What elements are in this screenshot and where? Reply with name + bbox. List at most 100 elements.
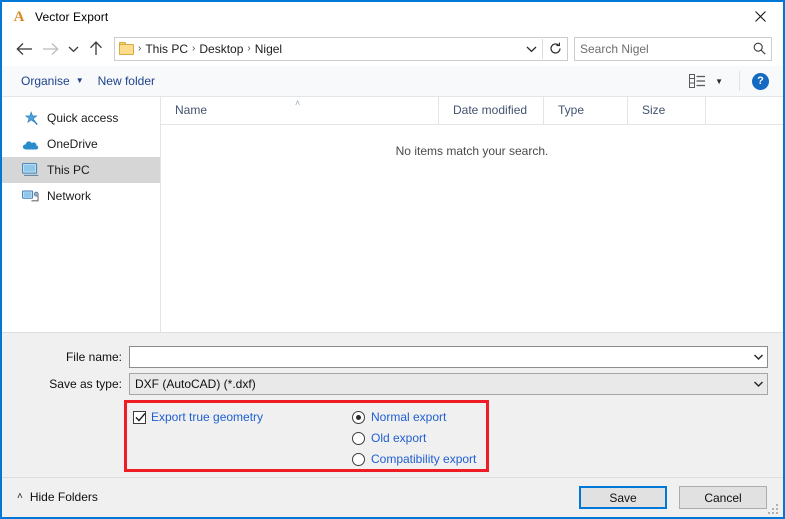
- export-true-geometry-checkbox[interactable]: Export true geometry: [133, 410, 263, 424]
- breadcrumb-item-this-pc[interactable]: This PC: [142, 42, 191, 56]
- chevron-down-icon: ▼: [76, 77, 84, 85]
- arrow-up-icon: [89, 41, 103, 56]
- network-icon: [22, 188, 39, 204]
- folder-icon: [119, 42, 135, 56]
- up-one-level-button[interactable]: [83, 36, 109, 62]
- file-name-combo[interactable]: [129, 346, 768, 368]
- content-area: Quick access OneDrive: [2, 97, 783, 332]
- change-view-button[interactable]: ▼: [685, 69, 727, 93]
- column-header-size[interactable]: Size: [628, 97, 706, 124]
- cancel-button[interactable]: Cancel: [679, 486, 767, 509]
- column-header-type[interactable]: Type: [544, 97, 628, 124]
- new-folder-button[interactable]: New folder: [91, 69, 162, 93]
- column-header-row: ˄ Name Date modified Type Size: [161, 97, 783, 125]
- sidebar-item-label: Quick access: [47, 111, 118, 125]
- radio-button-compatibility: [352, 453, 365, 466]
- address-dropdown-button[interactable]: [520, 45, 542, 53]
- breadcrumb-item-nigel[interactable]: Nigel: [252, 42, 285, 56]
- sidebar-item-quick-access[interactable]: Quick access: [2, 105, 160, 131]
- close-button[interactable]: [737, 2, 783, 31]
- vector-export-dialog: A Vector Export: [0, 0, 785, 519]
- file-list-pane: ˄ Name Date modified Type Size No items …: [161, 97, 783, 332]
- chevron-up-icon: ˄: [17, 492, 23, 502]
- column-header-label: Name: [175, 103, 207, 117]
- file-name-row: File name:: [2, 346, 779, 368]
- save-as-type-label: Save as type:: [2, 377, 129, 391]
- radio-label: Old export: [371, 431, 426, 445]
- organise-button[interactable]: Organise ▼: [14, 69, 91, 93]
- sort-ascending-icon: ˄: [295, 98, 300, 108]
- file-name-dropdown-button[interactable]: [750, 353, 767, 361]
- refresh-button[interactable]: [543, 42, 567, 55]
- cancel-button-label: Cancel: [704, 491, 741, 505]
- chevron-down-icon: [753, 353, 764, 361]
- sidebar-item-label: Network: [47, 189, 91, 203]
- save-button-label: Save: [609, 491, 636, 505]
- arrow-left-icon: [16, 42, 33, 56]
- save-button[interactable]: Save: [579, 486, 667, 509]
- address-bar[interactable]: › This PC › Desktop › Nigel: [114, 37, 568, 61]
- column-header-filler: [706, 97, 783, 124]
- empty-list-message: No items match your search.: [161, 144, 783, 158]
- save-as-type-value: DXF (AutoCAD) (*.dxf): [130, 377, 750, 391]
- dialog-footer: ˄ Hide Folders Save Cancel: [2, 477, 783, 518]
- radio-old-export[interactable]: Old export: [352, 428, 476, 448]
- toolbar-divider: [739, 71, 740, 91]
- help-button[interactable]: ?: [752, 73, 769, 90]
- search-icon: [747, 42, 771, 55]
- forward-button[interactable]: [37, 36, 63, 62]
- radio-button-normal: [352, 411, 365, 424]
- view-layout-icon: [689, 74, 706, 88]
- save-as-type-combo[interactable]: DXF (AutoCAD) (*.dxf): [129, 373, 768, 395]
- radio-normal-export[interactable]: Normal export: [352, 407, 476, 427]
- sidebar-item-network[interactable]: Network: [2, 183, 160, 209]
- checkbox-box: [133, 411, 146, 424]
- export-mode-radio-group: Normal export Old export Compatibility e…: [352, 407, 476, 470]
- column-header-date-modified[interactable]: Date modified: [439, 97, 544, 124]
- chevron-down-icon: [526, 45, 537, 53]
- export-options-highlight: Export true geometry Normal export Old e…: [124, 400, 489, 472]
- sidebar-item-onedrive[interactable]: OneDrive: [2, 131, 160, 157]
- column-header-label: Type: [558, 103, 584, 117]
- save-as-type-row: Save as type: DXF (AutoCAD) (*.dxf): [2, 373, 779, 395]
- help-icon: ?: [757, 75, 764, 87]
- navigation-sidebar: Quick access OneDrive: [2, 97, 161, 332]
- resize-grip[interactable]: [768, 504, 780, 516]
- sidebar-item-label: This PC: [47, 163, 90, 177]
- recent-locations-button[interactable]: [63, 36, 83, 62]
- sidebar-item-label: OneDrive: [47, 137, 98, 151]
- refresh-icon: [549, 42, 562, 55]
- hide-folders-label: Hide Folders: [30, 490, 98, 504]
- search-input[interactable]: [575, 41, 747, 57]
- checkmark-icon: [135, 412, 146, 423]
- organise-label: Organise: [21, 74, 70, 88]
- chevron-down-icon: [753, 380, 764, 388]
- hide-folders-button[interactable]: ˄ Hide Folders: [17, 490, 98, 504]
- sidebar-item-this-pc[interactable]: This PC: [2, 157, 160, 183]
- autocad-a-icon: A: [11, 9, 27, 25]
- new-folder-label: New folder: [98, 74, 155, 88]
- radio-label: Compatibility export: [371, 452, 476, 466]
- file-name-label: File name:: [2, 350, 129, 364]
- arrow-right-icon: [42, 42, 59, 56]
- command-bar: Organise ▼ New folder ▼ ?: [2, 66, 783, 97]
- radio-label: Normal export: [371, 410, 446, 424]
- save-as-type-dropdown-button[interactable]: [750, 380, 767, 388]
- navigation-bar: › This PC › Desktop › Nigel: [2, 31, 783, 66]
- breadcrumb-item-desktop[interactable]: Desktop: [196, 42, 246, 56]
- cloud-icon: [22, 136, 39, 152]
- column-header-name[interactable]: ˄ Name: [161, 97, 439, 124]
- export-true-geometry-label: Export true geometry: [151, 410, 263, 424]
- app-icon: A: [11, 9, 27, 25]
- radio-compatibility-export[interactable]: Compatibility export: [352, 449, 476, 469]
- column-header-label: Date modified: [453, 103, 527, 117]
- back-button[interactable]: [11, 36, 37, 62]
- monitor-icon: [22, 162, 39, 178]
- chevron-down-icon: ▼: [715, 77, 723, 86]
- star-pin-icon: [22, 110, 39, 126]
- chevron-down-icon: [68, 45, 79, 53]
- window-title: Vector Export: [35, 10, 108, 24]
- close-icon: [755, 11, 766, 22]
- breadcrumb: › This PC › Desktop › Nigel: [115, 42, 520, 56]
- search-box[interactable]: [574, 37, 772, 61]
